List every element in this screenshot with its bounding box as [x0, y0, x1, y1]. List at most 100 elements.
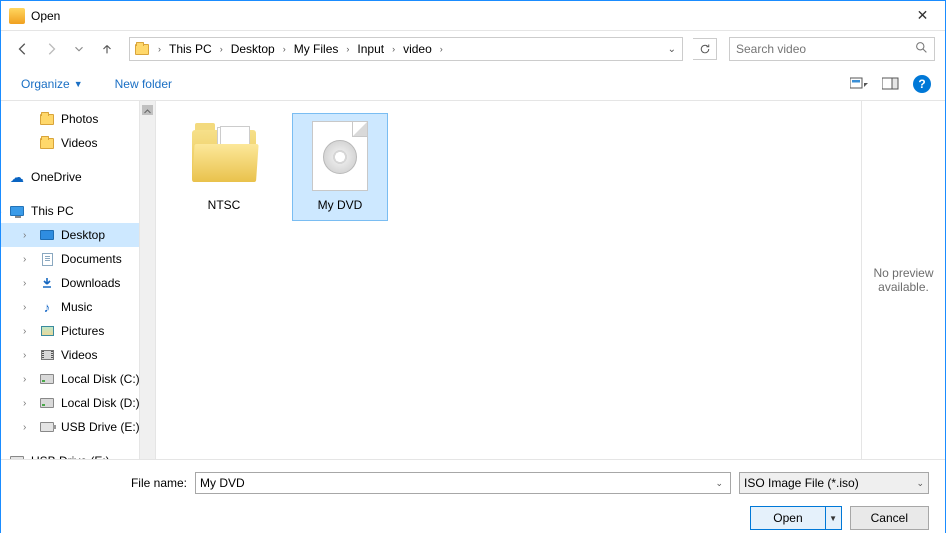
chevron-right-icon[interactable]: › [436, 44, 447, 54]
expand-icon[interactable]: › [23, 302, 35, 313]
folder-icon [39, 111, 55, 127]
tree-label: Pictures [61, 324, 104, 338]
bottom-panel: File name: ⌄ ISO Image File (*.iso) ⌄ Op… [1, 459, 945, 544]
items-area[interactable]: NTSC My DVD [156, 101, 861, 459]
expand-icon[interactable]: › [23, 350, 35, 361]
preview-text: No preview available. [870, 266, 937, 294]
window-title: Open [31, 9, 900, 23]
open-button[interactable]: Open ▼ [750, 506, 841, 530]
filter-combo[interactable]: ISO Image File (*.iso) ⌄ [739, 472, 929, 494]
tree-label: OneDrive [31, 170, 82, 184]
scrollbar-up-icon[interactable] [142, 105, 153, 115]
search-input[interactable] [736, 42, 915, 56]
item-label: My DVD [297, 198, 383, 212]
tree-node[interactable]: Videos [1, 131, 155, 155]
disk-icon [39, 395, 55, 411]
chevron-right-icon[interactable]: › [279, 44, 290, 54]
up-button[interactable] [95, 37, 119, 61]
tree-label: Videos [61, 348, 97, 362]
expand-icon[interactable]: › [1, 456, 7, 460]
usb-icon [9, 453, 25, 459]
music-icon: ♪ [39, 299, 55, 315]
forward-button[interactable] [39, 37, 63, 61]
tree-node[interactable]: › Videos [1, 343, 155, 367]
filename-label: File name: [17, 476, 187, 490]
tree-label: USB Drive (E:) [61, 420, 140, 434]
folder-large-icon [181, 120, 267, 192]
chevron-right-icon[interactable]: › [154, 44, 165, 54]
tree-node[interactable]: ›Documents [1, 247, 155, 271]
filename-combo[interactable]: ⌄ [195, 472, 731, 494]
desktop-icon [39, 227, 55, 243]
cancel-button[interactable]: Cancel [850, 506, 929, 530]
tree-node[interactable]: › Pictures [1, 319, 155, 343]
tree-label: Local Disk (D:) [61, 396, 140, 410]
app-icon [9, 8, 25, 24]
expand-icon[interactable]: › [23, 278, 35, 289]
nav-tree[interactable]: Photos Videos ›☁OneDrive ⌄This PC ›Deskt… [1, 101, 156, 459]
organize-label: Organize [21, 77, 70, 91]
search-icon[interactable] [915, 41, 928, 57]
download-icon [39, 275, 55, 291]
breadcrumb[interactable]: Input [353, 38, 388, 60]
open-label: Open [751, 511, 824, 525]
disk-icon [39, 371, 55, 387]
tree-node[interactable]: ›Downloads [1, 271, 155, 295]
open-split-dropdown[interactable]: ▼ [825, 507, 841, 529]
collapse-icon[interactable]: ⌄ [1, 206, 7, 217]
recent-dropdown[interactable] [67, 37, 91, 61]
tree-scrollbar[interactable] [139, 101, 155, 459]
main-area: Photos Videos ›☁OneDrive ⌄This PC ›Deskt… [1, 101, 945, 459]
video-icon [39, 347, 55, 363]
help-button[interactable]: ? [913, 75, 931, 93]
caret-down-icon: ▼ [74, 79, 83, 89]
tree-label: Music [61, 300, 92, 314]
usb-icon [39, 419, 55, 435]
back-button[interactable] [11, 37, 35, 61]
close-button[interactable]: ✕ [900, 1, 945, 30]
expand-icon[interactable]: › [23, 398, 35, 409]
filename-input[interactable] [200, 476, 712, 490]
tree-node-thispc[interactable]: ⌄This PC [1, 199, 155, 223]
breadcrumb[interactable]: video [399, 38, 436, 60]
tree-node-onedrive[interactable]: ›☁ OneDrive [1, 165, 155, 189]
tree-node[interactable]: › Local Disk (D:) [1, 391, 155, 415]
cloud-icon: ☁ [9, 169, 25, 185]
breadcrumb[interactable]: My Files [290, 38, 343, 60]
tree-node[interactable]: ›USB Drive (E:) [1, 449, 155, 459]
chevron-right-icon[interactable]: › [216, 44, 227, 54]
monitor-icon [9, 203, 25, 219]
tree-label: Photos [61, 112, 98, 126]
tree-node-desktop[interactable]: ›Desktop [1, 223, 155, 247]
chevron-right-icon[interactable]: › [388, 44, 399, 54]
expand-icon[interactable]: › [23, 254, 35, 265]
file-item-folder[interactable]: NTSC [176, 113, 272, 221]
document-icon [39, 251, 55, 267]
expand-icon[interactable]: › [23, 422, 35, 433]
organize-button[interactable]: Organize ▼ [15, 73, 89, 95]
address-bar[interactable]: › This PC › Desktop › My Files › Input ›… [129, 37, 683, 61]
new-folder-button[interactable]: New folder [109, 73, 178, 95]
caret-down-icon[interactable]: ⌄ [712, 478, 726, 489]
tree-label: Local Disk (C:) [61, 372, 140, 386]
caret-down-icon: ⌄ [916, 478, 924, 489]
expand-icon[interactable]: › [1, 172, 7, 183]
breadcrumb[interactable]: This PC [165, 38, 216, 60]
tree-node[interactable]: Photos [1, 107, 155, 131]
tree-node[interactable]: › Local Disk (C:) [1, 367, 155, 391]
tree-node[interactable]: › ♪ Music [1, 295, 155, 319]
expand-icon[interactable]: › [23, 326, 35, 337]
expand-icon[interactable]: › [23, 374, 35, 385]
preview-pane-button[interactable] [877, 73, 905, 95]
nav-row: › This PC › Desktop › My Files › Input ›… [1, 31, 945, 67]
file-item-iso[interactable]: My DVD [292, 113, 388, 221]
breadcrumb[interactable]: Desktop [227, 38, 279, 60]
iso-large-icon [297, 120, 383, 192]
expand-icon[interactable]: › [23, 230, 35, 241]
address-dropdown[interactable]: ⌄ [662, 44, 682, 55]
refresh-button[interactable] [693, 38, 717, 60]
search-box[interactable] [729, 37, 935, 61]
view-options-button[interactable] [845, 73, 873, 95]
chevron-right-icon[interactable]: › [342, 44, 353, 54]
tree-node[interactable]: › USB Drive (E:) [1, 415, 155, 439]
